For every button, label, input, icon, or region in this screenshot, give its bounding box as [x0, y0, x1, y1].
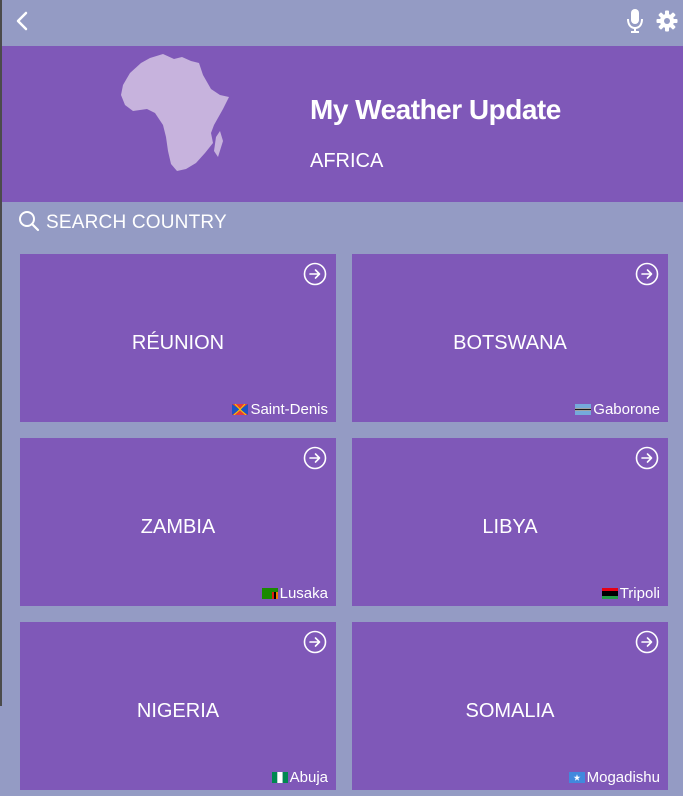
capital-name: Lusaka: [279, 585, 328, 602]
region-label: AFRICA: [310, 150, 384, 172]
botswana-flag-icon: [575, 404, 592, 415]
back-chevron-icon[interactable]: [10, 8, 34, 34]
capital-label: Abuja: [271, 769, 328, 786]
gear-icon[interactable]: [654, 8, 680, 34]
country-name: NIGERIA: [136, 700, 220, 722]
country-card-nigeria[interactable]: NIGERIA Abuja: [20, 622, 336, 790]
nigeria-flag-icon: [271, 772, 288, 783]
country-card-botswana[interactable]: BOTSWANA Gaborone: [352, 254, 668, 422]
arrow-circle-right-icon[interactable]: [635, 630, 659, 654]
header-banner: My Weather Update AFRICA: [2, 46, 683, 202]
search-icon: [18, 210, 40, 237]
country-card-zambia[interactable]: ZAMBIA Lusaka: [20, 438, 336, 606]
arrow-circle-right-icon[interactable]: [635, 446, 659, 470]
country-card-libya[interactable]: LIBYA Tripoli: [352, 438, 668, 606]
capital-name: Mogadishu: [586, 769, 660, 786]
capital-label: Gaborone: [575, 401, 660, 418]
libya-flag-icon: [601, 588, 618, 599]
capital-label: Mogadishu: [568, 769, 660, 786]
capital-label: Lusaka: [261, 585, 328, 602]
country-name: LIBYA: [482, 516, 538, 538]
microphone-icon[interactable]: [624, 7, 646, 35]
zambia-flag-icon: [261, 588, 278, 599]
country-name: SOMALIA: [465, 700, 555, 722]
country-name: BOTSWANA: [453, 332, 567, 354]
reunion-flag-icon: [232, 404, 249, 415]
country-name: RÉUNION: [131, 332, 225, 354]
somalia-flag-icon: [568, 772, 585, 783]
search-button[interactable]: SEARCH COUNTRY: [18, 210, 227, 236]
arrow-circle-right-icon[interactable]: [635, 262, 659, 286]
country-name: ZAMBIA: [140, 516, 216, 538]
capital-name: Gaborone: [593, 401, 660, 418]
arrow-circle-right-icon[interactable]: [303, 262, 327, 286]
arrow-circle-right-icon[interactable]: [303, 446, 327, 470]
capital-name: Abuja: [289, 769, 328, 786]
search-label: SEARCH COUNTRY: [46, 212, 227, 233]
africa-map-icon: [119, 51, 231, 173]
capital-label: Tripoli: [601, 585, 660, 602]
weather-app: My Weather Update AFRICA SEARCH COUNTRY …: [0, 0, 683, 796]
app-title: My Weather Update: [310, 94, 561, 125]
country-card-reunion[interactable]: RÉUNION Saint-Denis: [20, 254, 336, 422]
arrow-circle-right-icon[interactable]: [303, 630, 327, 654]
capital-name: Tripoli: [619, 585, 660, 602]
country-card-somalia[interactable]: SOMALIA Mogadishu: [352, 622, 668, 790]
capital-name: Saint-Denis: [250, 401, 328, 418]
capital-label: Saint-Denis: [232, 401, 328, 418]
top-bar: [0, 0, 683, 46]
